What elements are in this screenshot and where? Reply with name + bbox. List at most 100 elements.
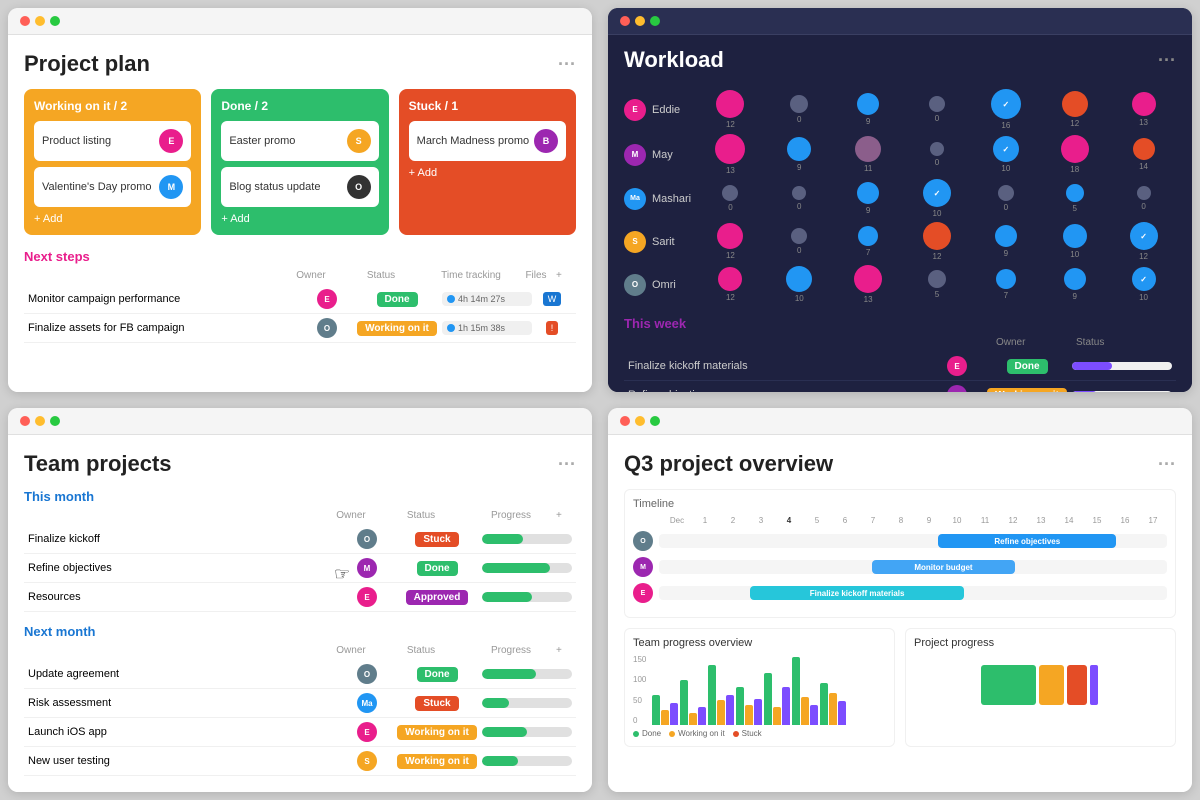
wl-num: 9 xyxy=(797,163,801,172)
wl-num: 12 xyxy=(726,120,735,129)
task-row[interactable]: New user testing S Working on it xyxy=(24,747,576,776)
kanban-card[interactable]: Product listing E xyxy=(34,121,191,161)
this-week-headers: Owner Status xyxy=(624,337,1176,348)
wl-dot xyxy=(929,96,945,112)
task-row[interactable]: Monitor campaign performance E Done 4h 1… xyxy=(24,285,576,314)
kanban-card[interactable]: Valentine's Day promo M xyxy=(34,167,191,207)
task-owner: E xyxy=(342,722,392,742)
bar-working xyxy=(745,705,753,725)
task-owner: E xyxy=(302,289,352,309)
maximize-button[interactable] xyxy=(50,16,60,26)
maximize-button[interactable] xyxy=(650,416,660,426)
legend-dot-working xyxy=(669,731,675,737)
bar-group-6 xyxy=(792,657,818,725)
task-progress xyxy=(482,534,572,544)
progress-bar-container xyxy=(482,669,572,679)
progress-bar-fill xyxy=(482,592,532,602)
task-row[interactable]: Update agreement O Done xyxy=(24,660,576,689)
avatar: Ma xyxy=(357,693,377,713)
status-badge: Approved xyxy=(406,590,469,605)
close-button[interactable] xyxy=(20,16,30,26)
project-progress-visual xyxy=(914,655,1167,715)
card-text: Easter promo xyxy=(229,135,295,147)
legend-label-done: Done xyxy=(642,729,661,738)
gantt-col-14: 14 xyxy=(1055,516,1083,525)
person-name: Mashari xyxy=(652,193,691,205)
task-files: W xyxy=(532,293,572,305)
wl-dot-cell: 0 xyxy=(905,96,970,123)
minimize-button[interactable] xyxy=(635,416,645,426)
close-button[interactable] xyxy=(20,416,30,426)
wl-dot-cell: 7 xyxy=(973,269,1038,300)
task-row[interactable]: Risk assessment Ma Stuck xyxy=(24,689,576,718)
kanban-add-stuck[interactable]: + Add xyxy=(409,167,566,179)
files-badge: W xyxy=(543,292,562,306)
col-plus[interactable]: + xyxy=(556,645,576,656)
wl-num: 0 xyxy=(1141,202,1145,211)
col-plus-header[interactable]: + xyxy=(556,270,576,281)
wl-num: 5 xyxy=(935,290,939,299)
minimize-button[interactable] xyxy=(35,416,45,426)
kanban-add-done[interactable]: + Add xyxy=(221,213,378,225)
kanban-card[interactable]: Easter promo S xyxy=(221,121,378,161)
minimize-button[interactable] xyxy=(635,16,645,26)
col-plus[interactable]: + xyxy=(556,510,576,521)
wl-dot xyxy=(1133,138,1155,160)
wl-num: 9 xyxy=(866,117,870,126)
wl-num: 10 xyxy=(1001,164,1010,173)
close-button[interactable] xyxy=(620,16,630,26)
status-badge: Working on it xyxy=(397,754,477,769)
progress-bar-container xyxy=(482,698,572,708)
maximize-button[interactable] xyxy=(650,16,660,26)
avatar: O xyxy=(347,175,371,199)
wl-dot-cell: ✓ 16 xyxy=(973,89,1038,130)
avatar: E xyxy=(633,583,653,603)
maximize-button[interactable] xyxy=(50,416,60,426)
gantt-col-8: 8 xyxy=(887,516,915,525)
card-text: Blog status update xyxy=(229,181,320,193)
bar-working xyxy=(829,693,837,725)
project-plan-menu[interactable]: ··· xyxy=(558,54,576,75)
person-name: Omri xyxy=(652,279,676,291)
progress-bar-container xyxy=(482,756,572,766)
wl-num: 12 xyxy=(1070,119,1079,128)
wl-task-row[interactable]: Finalize kickoff materials E Done xyxy=(624,352,1176,381)
bar-working xyxy=(773,707,781,725)
team-projects-menu[interactable]: ··· xyxy=(558,454,576,475)
wl-task-row[interactable]: Refine objectives M Working on it xyxy=(624,381,1176,392)
gantt-track: Refine objectives xyxy=(659,534,1167,548)
task-row[interactable]: Resources E Approved xyxy=(24,583,576,612)
q3-menu[interactable]: ··· xyxy=(1158,454,1176,475)
task-row[interactable]: Refine objectives M Done ☞ xyxy=(24,554,576,583)
task-status: Working on it xyxy=(352,322,442,334)
workload-menu[interactable]: ··· xyxy=(1158,50,1176,71)
progress-bar-container xyxy=(482,534,572,544)
task-row[interactable]: Finalize kickoff O Stuck xyxy=(24,525,576,554)
close-button[interactable] xyxy=(620,416,630,426)
team-projects-content: Team projects ··· This month Owner Statu… xyxy=(8,435,592,792)
kanban-add-working[interactable]: + Add xyxy=(34,213,191,225)
col-progress-header: Progress xyxy=(466,645,556,656)
project-progress-chart: Project progress xyxy=(905,628,1176,747)
wl-dot-cell: 0 xyxy=(767,95,832,124)
task-time: 1h 15m 38s xyxy=(442,321,532,335)
minimize-button[interactable] xyxy=(35,16,45,26)
q3-overview-content: Q3 project overview ··· Timeline Dec 1 2… xyxy=(608,435,1192,792)
kanban-card[interactable]: March Madness promo B xyxy=(409,121,566,161)
bar-purple xyxy=(810,705,818,725)
bottom-charts: Team progress overview 150 100 50 0 xyxy=(624,628,1176,747)
wl-dot xyxy=(857,182,879,204)
task-row[interactable]: Finalize assets for FB campaign O Workin… xyxy=(24,314,576,343)
task-status: Done xyxy=(392,562,482,574)
wl-num: 12 xyxy=(726,251,735,260)
workload-content: Workload ··· E Eddie 12 xyxy=(608,35,1192,392)
progress-bar-fill xyxy=(482,698,509,708)
task-status: Approved xyxy=(392,591,482,603)
task-time: 4h 14m 27s xyxy=(442,292,532,306)
kanban-card[interactable]: Blog status update O xyxy=(221,167,378,207)
wl-dot xyxy=(716,90,744,118)
task-owner: S xyxy=(342,751,392,771)
wl-dot-cell: 10 xyxy=(767,266,832,303)
task-row[interactable]: Launch iOS app E Working on it xyxy=(24,718,576,747)
wl-dot-cell: ✓ 10 xyxy=(905,179,970,218)
